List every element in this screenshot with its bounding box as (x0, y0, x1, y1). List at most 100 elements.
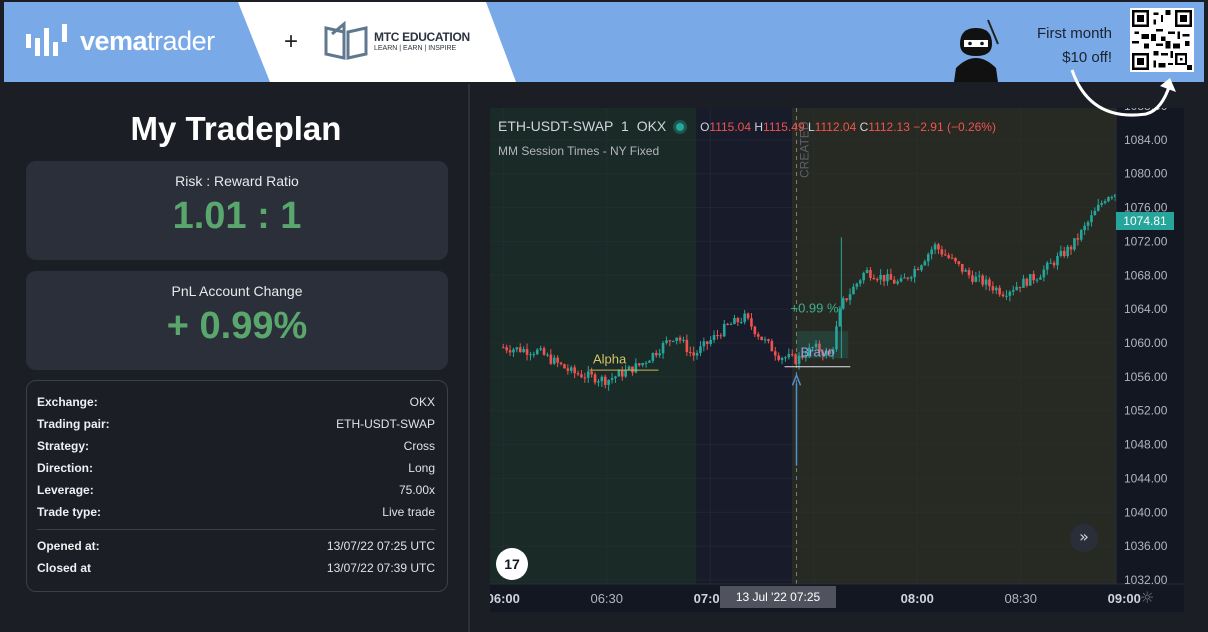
interval-label[interactable]: 1 (621, 118, 629, 134)
scroll-to-realtime-button[interactable]: » (1070, 524, 1098, 552)
ohlc-open-label: O (700, 120, 710, 134)
candle-body (665, 340, 668, 344)
qr-code-icon[interactable] (1130, 8, 1194, 72)
candle-body (855, 283, 859, 287)
ohlc-values: O1115.04 H1115.49 L1112.04 C1112.13 −2.9… (700, 120, 996, 134)
detail-row-opened: Opened at: 13/07/22 07:25 UTC (37, 539, 435, 557)
bravo-label: Bravo (801, 345, 835, 360)
candle-body (644, 362, 648, 364)
price-chart[interactable]: CREATEDAlphaBravo+0.99 % 1088.001084.001… (490, 108, 1184, 612)
crosshair-time-tag: 13 Jul '22 07:25 (720, 586, 836, 608)
candle-body (1035, 279, 1039, 281)
candle-body (542, 348, 546, 355)
candle-body (1079, 230, 1083, 240)
brand-bold: vema (80, 26, 148, 56)
vematrader-logo-icon (26, 24, 67, 56)
brand-light: trader (147, 26, 215, 56)
candle-body (1056, 255, 1059, 266)
candle-body (729, 324, 733, 326)
candle-body (505, 347, 508, 351)
candle-body (852, 286, 855, 295)
panel-divider (468, 84, 470, 632)
time-tick-label: 08:30 (1004, 591, 1037, 606)
candle-body (991, 286, 995, 291)
candle-body (654, 352, 658, 356)
mtc-book-icon (324, 20, 368, 60)
candle-body (1090, 215, 1093, 223)
candle-body (515, 347, 519, 350)
chart-settings-gear-icon[interactable]: ☼ (1140, 588, 1154, 607)
detail-key: Opened at: (37, 539, 100, 553)
candle-body (1032, 274, 1035, 281)
candle-body (971, 275, 974, 282)
candle-body (838, 308, 842, 327)
candle-body (872, 277, 876, 280)
candle-body (746, 313, 750, 319)
candle-body (889, 274, 893, 280)
candle-body (634, 363, 638, 373)
candle-body (651, 352, 655, 361)
candle-body (1093, 210, 1097, 216)
candle-body (947, 255, 950, 258)
price-tick-label: 1056.00 (1124, 370, 1168, 384)
candle-body (1042, 269, 1046, 278)
exchange-label[interactable]: OKX (637, 118, 667, 134)
candle-body (1025, 278, 1029, 286)
candle-body (1022, 278, 1025, 288)
candle-body (610, 378, 614, 380)
candle-body (573, 367, 576, 374)
candle-body (845, 298, 848, 301)
ohlc-low-label: L (807, 120, 815, 134)
detail-value: Live trade (382, 505, 435, 519)
candle-body (658, 353, 661, 356)
pnl-value: + 0.99% (166, 305, 308, 347)
candle-body (903, 277, 906, 279)
candle-body (576, 373, 580, 375)
candle-body (1039, 277, 1042, 280)
candle-body (1107, 197, 1110, 202)
candle-body (631, 366, 634, 373)
candle-body (559, 362, 563, 365)
candle-body (787, 354, 791, 358)
candle-body (892, 279, 896, 284)
candle-body (678, 337, 682, 341)
detail-value: ETH-USDT-SWAP (336, 417, 435, 431)
detail-row-closed: Closed at 13/07/22 07:39 UTC (37, 561, 435, 579)
candle-body (1005, 295, 1008, 297)
candle-body (668, 340, 672, 342)
pnl-percent-label: +0.99 % (791, 301, 840, 316)
price-tick-label: 1060.00 (1124, 336, 1168, 350)
candle-body (923, 261, 927, 266)
candle-body (933, 244, 937, 250)
candle-body (712, 335, 716, 340)
candle-body (1103, 201, 1107, 204)
candle-body (518, 347, 522, 353)
promo-banner[interactable]: vematrader + MTC EDUCATION LEARN | EARN … (4, 2, 1204, 82)
candle-body (1059, 250, 1063, 256)
candle-body (617, 370, 621, 377)
symbol-label[interactable]: ETH-USDT-SWAP (498, 118, 613, 134)
indicator-legend[interactable]: MM Session Times - NY Fixed (498, 144, 659, 158)
candle-body (926, 254, 930, 262)
partner-name: MTC EDUCATION (374, 30, 470, 44)
tradingview-logo-icon[interactable]: 17 (496, 548, 528, 580)
detail-key: Direction: (37, 461, 94, 475)
candle-body (909, 277, 913, 279)
candle-body (906, 277, 910, 279)
candle-body (967, 270, 971, 276)
candle-body (699, 346, 702, 354)
candle-body (583, 377, 587, 379)
promo-text: First month $10 off! (1037, 22, 1112, 70)
candle-body (525, 349, 529, 355)
candle-body (964, 270, 967, 272)
chart-legend[interactable]: ETH-USDT-SWAP 1 OKX O1115.04 H1115.49 L1… (498, 118, 996, 134)
risk-reward-label: Risk : Reward Ratio (175, 173, 299, 189)
candle-body (719, 335, 723, 337)
candle-body (709, 339, 712, 345)
candle-body (1062, 250, 1066, 257)
price-axis-ticks: 1088.001084.001080.001076.001072.001068.… (1124, 108, 1168, 587)
candle-body (940, 249, 944, 255)
candle-body (739, 322, 743, 324)
candle-body (865, 269, 869, 273)
candle-body (1028, 274, 1032, 286)
